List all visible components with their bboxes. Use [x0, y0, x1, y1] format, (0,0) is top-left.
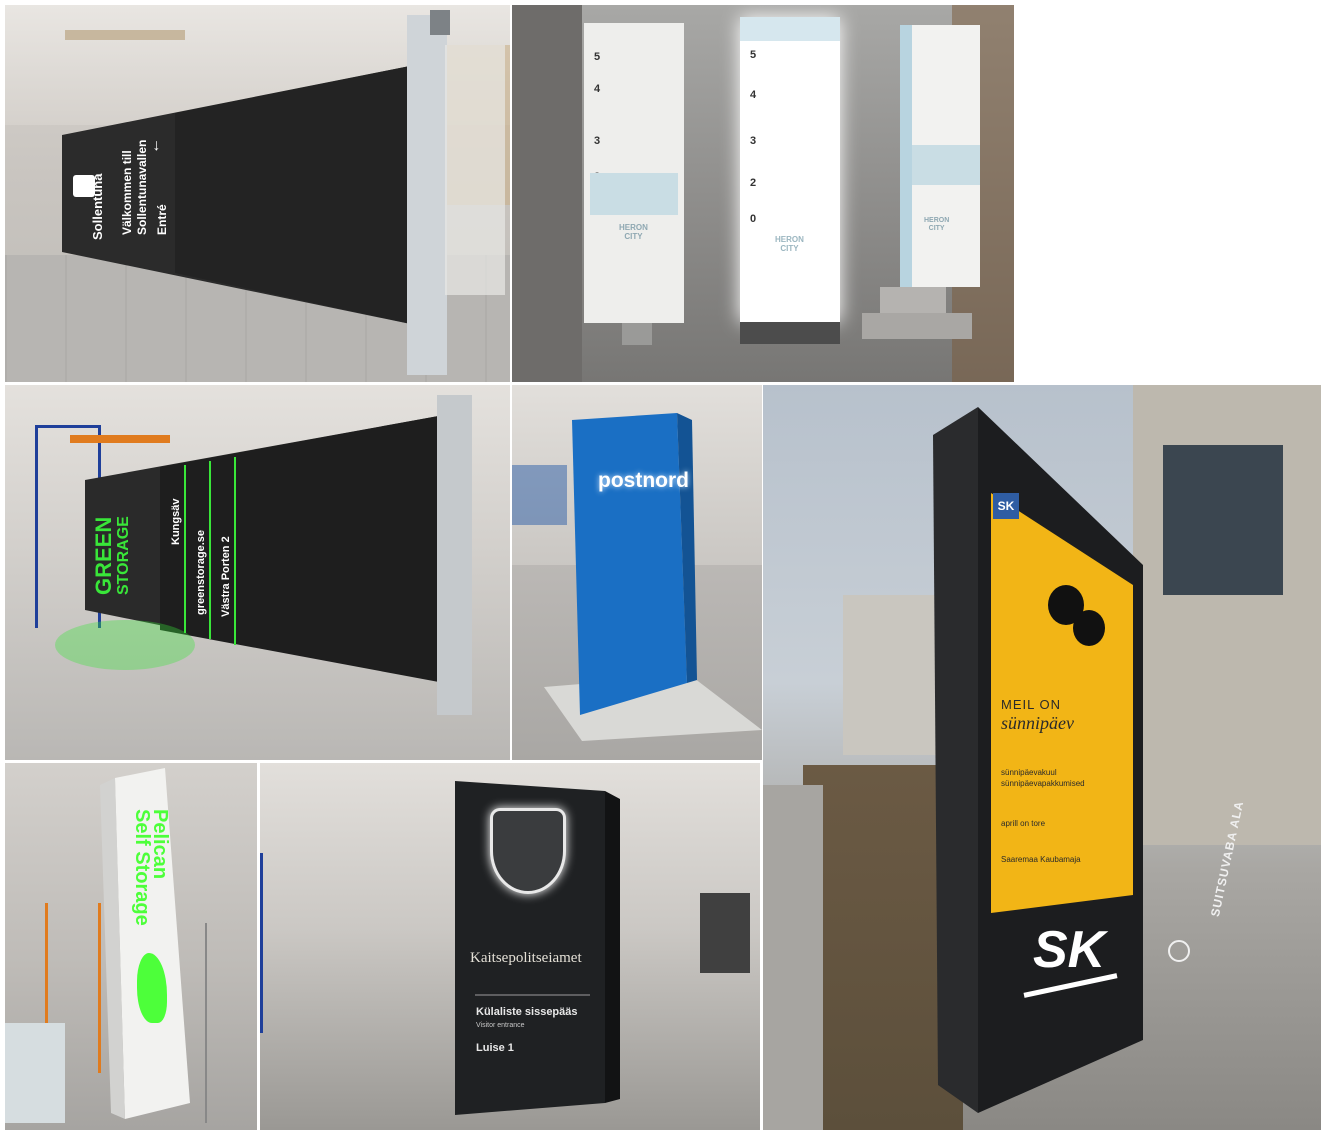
saaremaa-logo-small: SK — [993, 493, 1019, 519]
photo-kapo-pylon: Kaitsepolitseiamet Külaliste sissepääs V… — [260, 763, 760, 1130]
photo-sollentuna-sign: Sollentuna Välkommen till Sollentunavall… — [5, 5, 510, 382]
saaremaa-note: aprill on tore — [1001, 819, 1046, 828]
green-storage-info-2: greenstorage.se — [195, 530, 207, 615]
saaremaa-sub-2: sünnipäevapakkumised — [1001, 779, 1085, 788]
kapo-visitor-en: Visitor entrance — [476, 1022, 525, 1029]
saaremaa-headline-2: sünnipäev — [1001, 713, 1074, 733]
pelican-logo-2: Self Storage — [131, 809, 153, 926]
griffin-shield-icon — [490, 808, 566, 894]
sollentuna-welcome-1: Välkommen till — [120, 150, 134, 235]
heron-pylon-left: 5 4 3 2 HERON CITY — [584, 23, 684, 323]
kapo-agency-name: Kaitsepolitseiamet — [470, 950, 582, 966]
photo-saaremaa-display: SK MEIL ON sünnipäev sünnipäevakuul sünn… — [763, 385, 1321, 1130]
green-storage-logo-2: STORAGE — [115, 516, 132, 595]
saaremaa-sub-1: sünnipäevakuul — [1001, 768, 1057, 777]
kapo-address: Luise 1 — [476, 1042, 514, 1054]
saaremaa-cabinet — [933, 407, 1143, 1113]
arrow-left-icon: ← — [146, 138, 163, 154]
photo-heron-city-pylons: 5 4 3 2 HERON CITY 5 4 3 2 0 HERON CITY … — [512, 5, 1014, 382]
photo-pelican-pylon: Pelican Self Storage — [5, 763, 257, 1130]
photo-postnord-pylon: postnord — [512, 385, 762, 760]
no-smoking-icon — [1168, 940, 1190, 962]
sollentuna-brand: Sollentuna — [90, 173, 105, 240]
saaremaa-store: Saaremaa Kaubamaja — [1001, 855, 1081, 864]
green-storage-info-3: Västra Porten 2 — [220, 536, 232, 617]
postnord-pylon-shape — [544, 413, 762, 741]
heron-pylon-center: 5 4 3 2 0 HERON CITY — [740, 17, 840, 322]
saaremaa-headline-1: MEIL ON — [1001, 697, 1061, 712]
kapo-visitor-et: Külaliste sissepääs — [476, 1006, 578, 1018]
balloon-icon — [1073, 610, 1105, 646]
photo-green-storage-sign: GREEN STORAGE Kungsäv greenstorage.se Vä… — [5, 385, 510, 760]
green-storage-logo-1: GREEN — [91, 516, 116, 595]
saaremaa-logo-large: SK — [1033, 921, 1106, 979]
green-storage-sign-panel — [55, 395, 472, 715]
postnord-logo: postnord — [598, 469, 689, 492]
green-storage-info-1: Kungsäv — [170, 498, 182, 545]
sollentuna-entrance: Entré — [155, 204, 169, 235]
heron-pylon-right: HERON CITY — [900, 25, 980, 287]
